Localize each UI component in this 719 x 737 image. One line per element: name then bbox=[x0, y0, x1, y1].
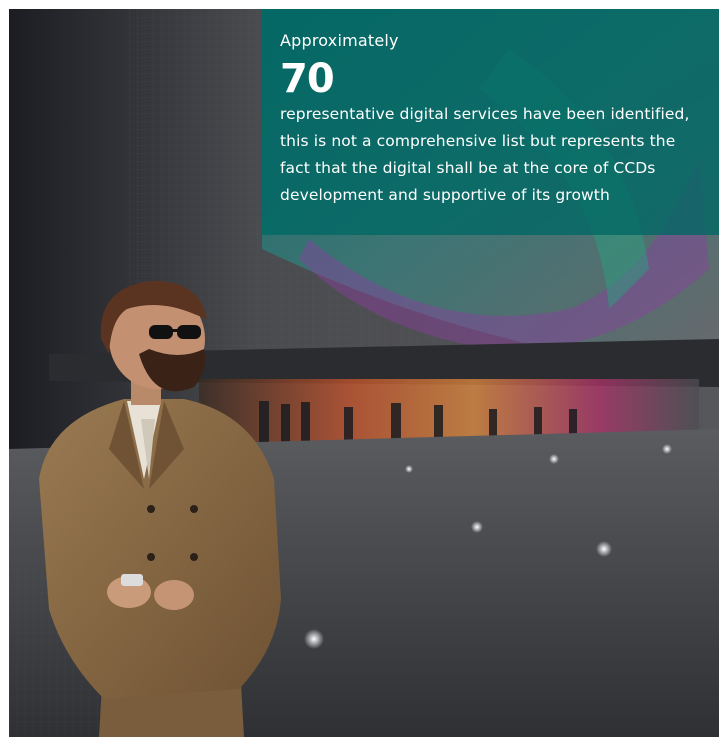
callout-lead-text: Approximately bbox=[280, 31, 399, 50]
callout-number: 70 bbox=[280, 56, 335, 102]
page: Approximately 70 representative digital … bbox=[0, 0, 719, 737]
hero-image: Approximately 70 representative digital … bbox=[9, 9, 719, 737]
callout-body-text: representative digital services have bee… bbox=[280, 105, 690, 204]
stat-callout: Approximately 70 representative digital … bbox=[262, 9, 719, 235]
